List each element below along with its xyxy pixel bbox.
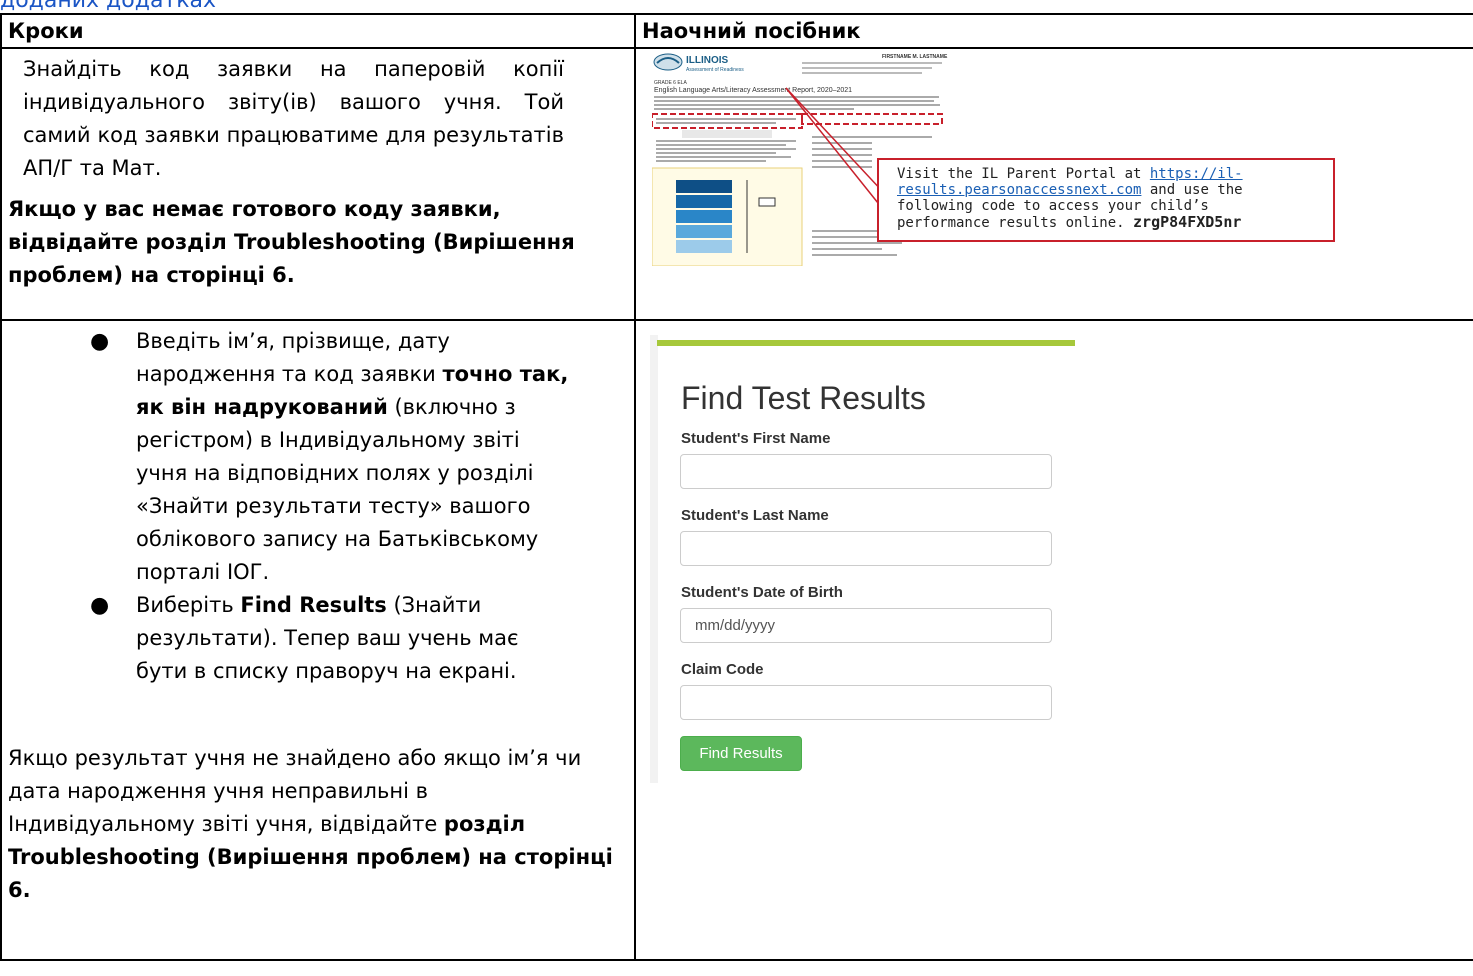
svg-text:ILLINOIS: ILLINOIS [686,55,729,66]
header-visual-guide: Наочний посібник [634,13,1473,49]
claim-code-input[interactable] [680,685,1052,720]
parent-portal-link-cont[interactable]: results.pearsonaccessnext.com [897,182,1141,198]
first-name-input[interactable] [680,454,1052,489]
step1-cell: Знайдіть код заявки на паперовій копії і… [0,47,636,321]
claim-code-callout: Visit the IL Parent Portal at https://il… [877,158,1335,242]
accent-bar [657,340,1075,346]
svg-text:GRADE 6 ELA: GRADE 6 ELA [654,80,687,86]
claim-code-label: Claim Code [681,661,764,678]
svg-text:English Language Arts/Literacy: English Language Arts/Literacy Assessmen… [654,87,852,94]
svg-text:FIRSTNAME M. LASTNAME: FIRSTNAME M. LASTNAME [882,54,948,60]
svg-text:Assessment of Readiness: Assessment of Readiness [686,67,744,73]
step1-text: Знайдіть код заявки на паперовій копії і… [23,57,564,180]
first-name-label: Student's First Name [681,430,831,447]
claim-code: zrgP84FXD5nr [1133,213,1242,231]
step2-cell: ● Введіть ім’я, прізвище, дату народженн… [0,319,636,961]
form-title: Find Test Results [681,380,926,416]
header-steps: Кроки [0,13,636,49]
top-link-fragment[interactable]: доданих додатках [0,0,216,13]
last-name-input[interactable] [680,531,1052,566]
step2-bullets: ● Введіть ім’я, прізвище, дату народженн… [2,321,634,688]
bullet-dot: ● [90,593,110,618]
bullet-dot: ● [90,329,110,354]
bullet-enter-details: ● Введіть ім’я, прізвище, дату народженн… [2,325,634,589]
dob-label: Student's Date of Birth [681,584,843,601]
dob-input[interactable]: mm/dd/yyyy [680,608,1052,643]
last-name-label: Student's Last Name [681,507,829,524]
troubleshoot-note: Якщо результат учня не знайдено або якщо… [8,746,613,902]
parent-portal-link[interactable]: https://il- [1150,166,1243,182]
bullet-find-results: ● Виберіть Find Results (Знайти результа… [2,589,634,688]
step1-bold-note: Якщо у вас немає готового коду заявки, в… [8,197,575,287]
find-results-button[interactable]: Find Results [680,736,802,771]
